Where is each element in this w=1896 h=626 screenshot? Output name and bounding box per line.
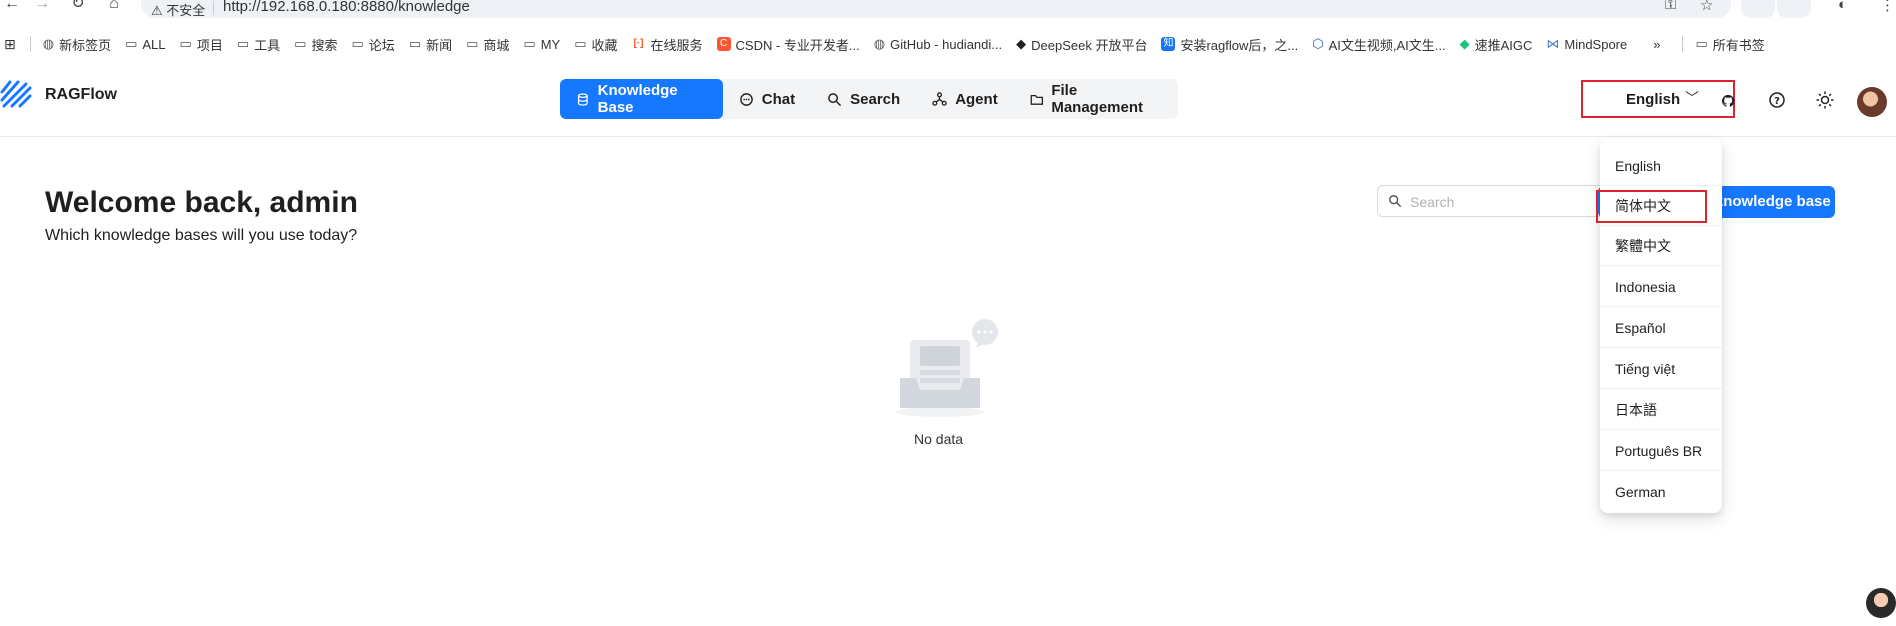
ragflow-logo-icon[interactable] [0, 78, 34, 112]
bookmark-item[interactable]: ▭ 收藏 [574, 35, 617, 54]
bookmark-item[interactable]: ◆ 速推AIGC [1460, 35, 1533, 54]
language-option-indonesia[interactable]: Indonesia [1600, 267, 1722, 307]
bookmark-item[interactable]: ⋈ MindSpore [1546, 36, 1627, 52]
bookmark-item[interactable]: [·] 在线服务 [631, 35, 703, 54]
folder-icon: ▭ [125, 36, 138, 51]
folder-icon: ▭ [351, 36, 364, 51]
folder-icon: ▭ [179, 36, 192, 51]
bookmark-item[interactable]: ▭ 工具 [237, 35, 280, 54]
language-select-value: English [1626, 91, 1681, 108]
chevron-down-icon: ﹀ [1685, 90, 1699, 106]
language-option-espanol[interactable]: Español [1600, 308, 1722, 348]
extension-icon[interactable] [1741, 0, 1775, 18]
bookmark-item[interactable]: ▭ ALL [125, 36, 165, 52]
menu-icon[interactable]: ⋮ [1880, 0, 1895, 14]
home-icon[interactable]: ⌂ [104, 0, 124, 14]
puzzle-icon[interactable] [1777, 0, 1811, 18]
database-icon [577, 92, 588, 106]
security-warning[interactable]: ⚠ 不安全 [151, 0, 205, 19]
bookmark-item[interactable]: ◍ 新标签页 [43, 35, 111, 54]
bookmark-item[interactable]: ⬡ AI文生视频,AI文生... [1312, 35, 1445, 54]
profile-icon[interactable]: ◐ [1838, 0, 1847, 13]
language-option-german[interactable]: German [1600, 472, 1722, 512]
search-icon [1389, 195, 1402, 208]
all-bookmarks-folder[interactable]: ▭ 所有书签 [1695, 35, 1764, 54]
language-select[interactable]: English ﹀ [1581, 80, 1735, 118]
forward-icon[interactable]: → [32, 0, 52, 14]
bookmark-item[interactable]: ▭ MY [523, 36, 560, 52]
folder-icon: ▭ [1695, 36, 1708, 51]
tab-chat[interactable]: Chat [723, 79, 811, 119]
tab-agent[interactable]: Agent [916, 79, 1014, 119]
bookmark-item[interactable]: ▭ 论坛 [351, 35, 394, 54]
browser-toolbar: ← → ↻ ⌂ ⚠ 不安全 http://192.168.0.180:8880/… [0, 0, 1896, 19]
url-text[interactable]: http://192.168.0.180:8880/knowledge [223, 0, 470, 15]
bookmark-item[interactable]: ◆ DeepSeek 开放平台 [1016, 35, 1147, 54]
folder-icon: ▭ [408, 36, 422, 51]
chat-icon [739, 92, 753, 106]
tab-knowledge-base[interactable]: Knowledge Base [560, 79, 723, 119]
address-bar[interactable]: ⚠ 不安全 http://192.168.0.180:8880/knowledg… [141, 0, 1731, 18]
diamond-icon: ◆ [1459, 36, 1470, 51]
csdn-icon: C [716, 37, 731, 51]
tab-search[interactable]: Search [811, 79, 916, 119]
back-icon[interactable]: ← [2, 0, 22, 14]
bookmark-item[interactable]: ▭ 新闻 [409, 35, 452, 54]
bookmark-item[interactable]: ▭ 项目 [180, 35, 223, 54]
bookmark-item[interactable]: C CSDN - 专业开发者... [716, 35, 860, 54]
empty-state-text: No data [914, 431, 964, 447]
search-icon [828, 92, 842, 106]
bookmark-item[interactable]: 知安装ragflow后，之... [1161, 35, 1298, 54]
folder-icon: ▭ [236, 36, 250, 51]
language-option-english[interactable]: English [1600, 146, 1722, 186]
brand-name[interactable]: RAGFlow [45, 86, 117, 104]
folder-icon: ▭ [294, 36, 307, 51]
github-icon[interactable] [1721, 94, 1735, 108]
language-option-zh-hant[interactable]: 繁體中文 [1600, 226, 1722, 266]
page-title: Welcome back, admin [45, 186, 358, 219]
whale-icon: ◆ [1016, 36, 1027, 51]
agent-icon [932, 91, 947, 106]
user-avatar[interactable] [1857, 87, 1887, 117]
app-header: RAGFlow Knowledge Base Chat Search Agent… [0, 66, 1896, 137]
folder-icon: ▭ [523, 36, 536, 51]
folder-icon: ▭ [574, 36, 587, 51]
star-icon[interactable]: ☆ [1700, 0, 1713, 14]
knowledge-search-box[interactable] [1377, 185, 1617, 217]
assistant-avatar[interactable] [1866, 588, 1896, 618]
bookmarks-bar: ⊞ ◍ 新标签页 ▭ ALL ▭ 项目 ▭ 工具 ▭ 搜索 ▭ 论坛 ▭ 新闻 ▭ 商城 ▭ MY… [0, 33, 1896, 55]
globe-icon: ◍ [42, 36, 55, 51]
theme-sun-icon[interactable] [1815, 90, 1835, 110]
more-bookmarks-button[interactable]: » [1653, 37, 1660, 52]
language-option-vietnamese[interactable]: Tiếng việt [1600, 349, 1722, 389]
page-subtitle: Which knowledge bases will you use today… [45, 227, 358, 244]
tab-file-management[interactable]: File Management [1014, 79, 1178, 119]
bookmark-item[interactable]: ◍ GitHub - hudiandi... [874, 36, 1002, 52]
globe-icon: ◍ [873, 36, 886, 51]
bookmark-item[interactable]: ▭ 搜索 [294, 35, 337, 54]
reload-icon[interactable]: ↻ [68, 0, 88, 14]
empty-inbox-icon [896, 319, 998, 417]
ms-icon: ⋈ [1546, 36, 1560, 51]
ai-icon: ⬡ [1312, 36, 1324, 51]
folder-icon: ▭ [466, 36, 479, 51]
language-option-portuguese-br[interactable]: Português BR [1600, 431, 1722, 471]
folder-icon [1030, 94, 1043, 105]
search-input[interactable] [1408, 190, 1612, 214]
zhihu-icon: 知 [1161, 37, 1176, 51]
svg-text:?: ? [1774, 96, 1780, 107]
apps-grid-icon[interactable]: ⊞ [4, 36, 16, 53]
highlight-box [1596, 190, 1707, 223]
code-icon: [·] [631, 37, 646, 51]
bookmark-item[interactable]: ▭ 商城 [466, 35, 509, 54]
language-option-japanese[interactable]: 日本語 [1600, 390, 1722, 430]
key-icon[interactable]: ⚿ [1665, 0, 1676, 13]
main-nav: Knowledge Base Chat Search Agent File Ma… [560, 79, 1178, 119]
help-icon[interactable]: ? [1767, 90, 1787, 110]
